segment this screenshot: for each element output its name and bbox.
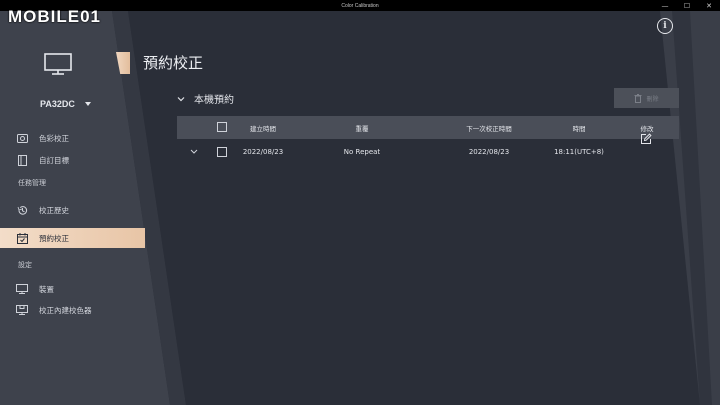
cell-created: 2022/08/23	[242, 148, 284, 156]
sidebar-item-device[interactable]: 裝置	[0, 279, 145, 299]
info-icon: i	[663, 21, 667, 31]
custom-target-icon	[16, 154, 28, 166]
sidebar: PA32DC 色彩校正 自訂目標 任務管理 校正歷史 預約校正 設定 裝置 校正…	[0, 11, 160, 405]
column-header-edit: 修改	[640, 124, 654, 133]
delete-label: 刪除	[646, 95, 659, 103]
column-header-created[interactable]: 建立時間	[243, 123, 283, 133]
delete-button[interactable]: 刪除	[614, 88, 679, 108]
minimize-button[interactable]: —	[654, 0, 676, 11]
section-heading-task-management: 任務管理	[18, 179, 46, 187]
cell-time: 18:11(UTC+8)	[554, 148, 604, 156]
section-heading-settings: 設定	[18, 261, 32, 269]
row-checkbox[interactable]	[217, 147, 227, 157]
cell-repeat: No Repeat	[343, 148, 381, 156]
edit-button[interactable]	[639, 133, 653, 147]
column-header-repeat[interactable]: 重覆	[337, 123, 387, 133]
expand-row-chevron-icon[interactable]	[190, 149, 198, 155]
chevron-down-icon	[177, 96, 185, 101]
calendar-icon	[16, 232, 28, 244]
close-button[interactable]: ✕	[698, 0, 720, 11]
cell-next-calibration: 2022/08/23	[468, 148, 510, 156]
local-schedule-section-header[interactable]: 本機預約	[177, 91, 234, 106]
sidebar-item-calibration-history[interactable]: 校正歷史	[0, 200, 145, 220]
select-all-checkbox[interactable]	[217, 122, 227, 132]
schedule-table: 建立時間 重覆 下一次校正時間 時間 修改 2022/08/23 No Repe…	[177, 116, 679, 165]
watermark-text: MOBILE01	[8, 7, 102, 26]
watermark-logo: MOBILE01	[8, 6, 101, 28]
info-button[interactable]: i	[657, 18, 673, 34]
color-calibration-icon	[16, 132, 28, 144]
sidebar-item-label: 預約校正	[39, 233, 69, 243]
sidebar-item-builtin-calibrator[interactable]: 校正內建校色器	[0, 300, 145, 320]
window-title: Color Calibration	[341, 2, 379, 9]
table-header: 建立時間 重覆 下一次校正時間 時間 修改	[177, 116, 679, 139]
sidebar-item-label: 裝置	[39, 284, 54, 294]
sidebar-item-label: 自訂目標	[39, 155, 69, 165]
edit-icon	[641, 133, 652, 144]
window-controls: — ☐ ✕	[654, 0, 720, 11]
history-icon	[16, 204, 28, 216]
caret-down-icon	[84, 102, 91, 106]
builtin-calibrator-icon	[16, 304, 28, 316]
window-titlebar: Color Calibration — ☐ ✕	[0, 0, 720, 11]
table-row: 2022/08/23 No Repeat 2022/08/23 18:11(UT…	[177, 133, 679, 165]
trash-icon	[634, 93, 642, 103]
column-header-next-calibration[interactable]: 下一次校正時間	[449, 123, 529, 133]
column-header-time[interactable]: 時間	[559, 123, 599, 133]
section-title: 本機預約	[194, 95, 234, 106]
maximize-button[interactable]: ☐	[676, 0, 698, 11]
sidebar-item-label: 校正歷史	[39, 205, 69, 215]
sidebar-item-label: 校正內建校色器	[39, 305, 92, 315]
device-name: PA32DC	[40, 99, 75, 109]
device-selector[interactable]: PA32DC	[40, 99, 91, 109]
sidebar-item-color-calibration[interactable]: 色彩校正	[0, 128, 145, 148]
monitor-icon	[44, 53, 72, 75]
sidebar-item-label: 色彩校正	[39, 133, 69, 143]
sidebar-item-custom-target[interactable]: 自訂目標	[0, 150, 145, 170]
sidebar-item-scheduled-calibration[interactable]: 預約校正	[0, 228, 145, 248]
device-icon	[16, 283, 28, 295]
page-title: 預約校正	[143, 54, 204, 72]
